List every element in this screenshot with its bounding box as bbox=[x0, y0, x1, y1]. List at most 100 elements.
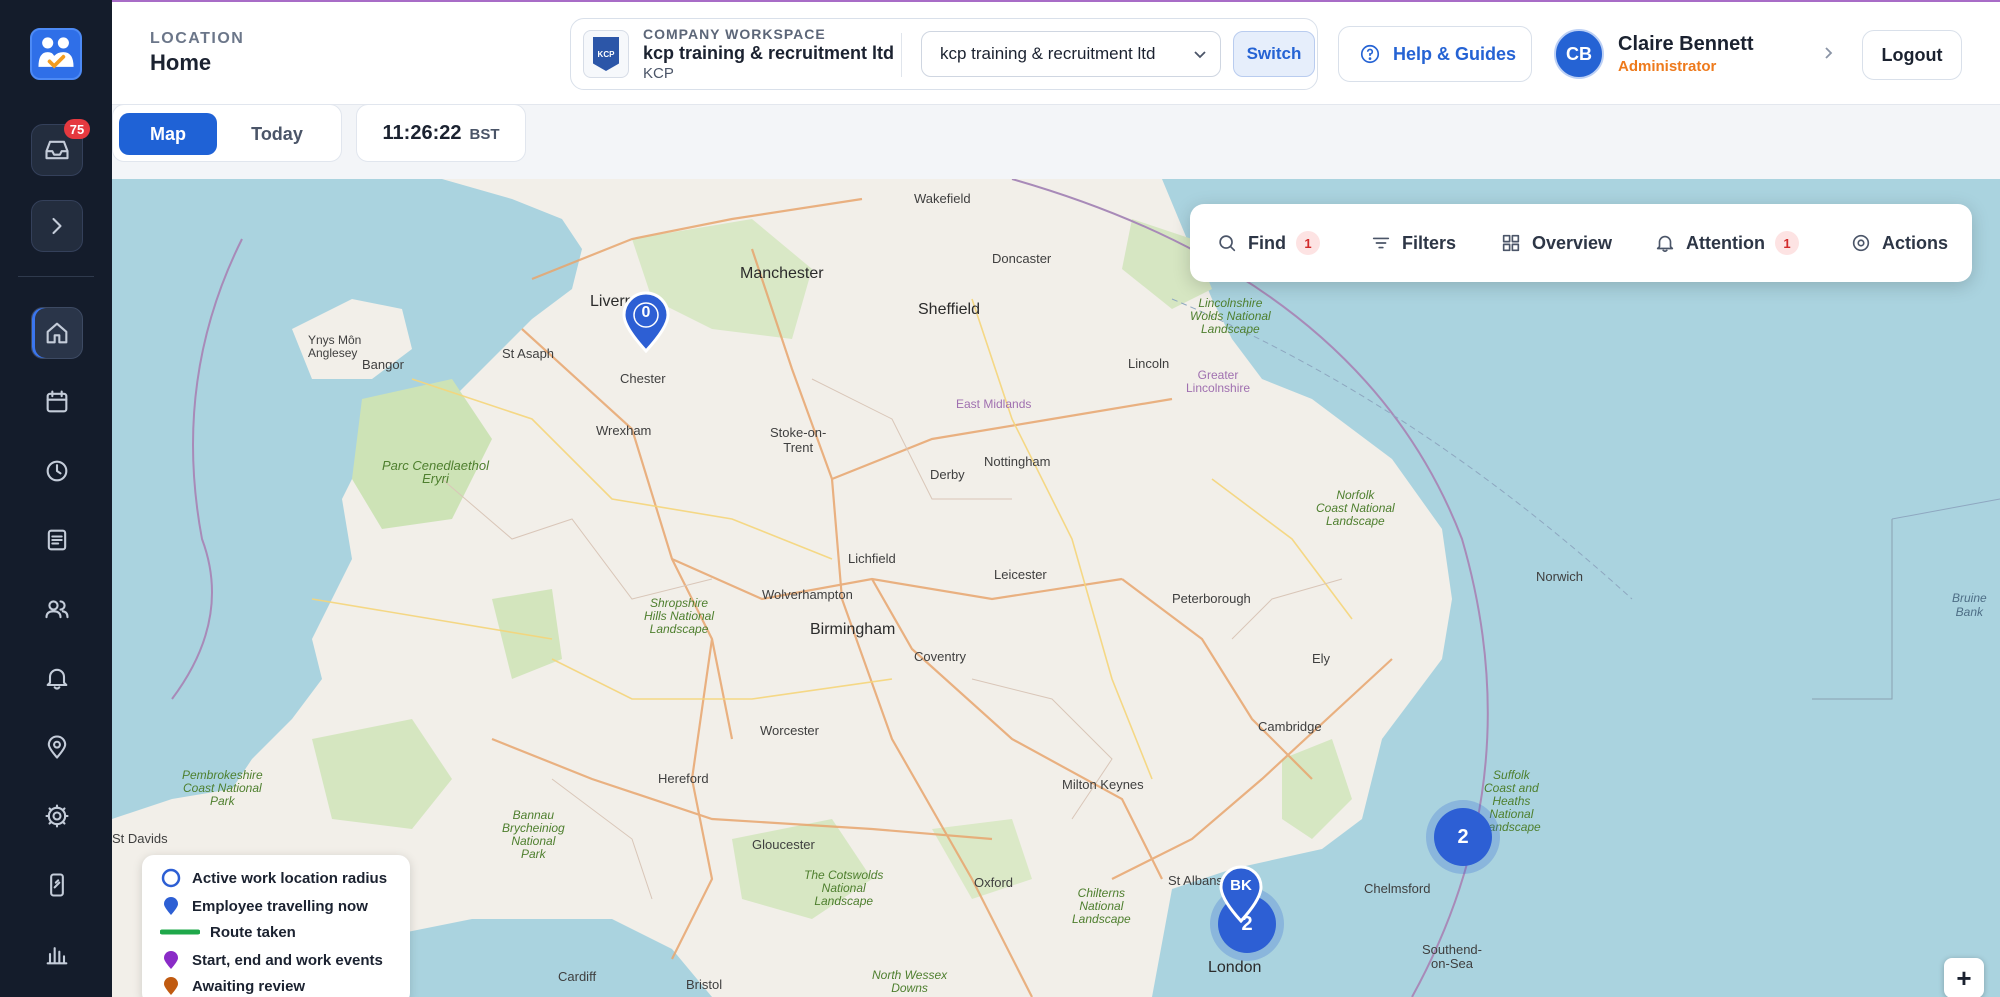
place-wolverhampton: Wolverhampton bbox=[762, 587, 853, 602]
chevron-right-icon bbox=[52, 217, 62, 235]
legend-item-travelling: Employee travelling now bbox=[160, 895, 368, 917]
home-icon bbox=[46, 322, 68, 344]
place-nottingham: Nottingham bbox=[984, 454, 1051, 469]
legend-label: Awaiting review bbox=[192, 977, 306, 995]
find-button[interactable]: Find 1 bbox=[1216, 226, 1320, 260]
switch-workspace-button[interactable]: Switch bbox=[1233, 31, 1315, 77]
filter-icon bbox=[1372, 237, 1390, 249]
circle-outline-icon bbox=[161, 868, 181, 888]
place-greater-lincolnshire: Greater Lincolnshire bbox=[1186, 368, 1251, 395]
place-peterborough: Peterborough bbox=[1172, 591, 1251, 606]
workspace-divider bbox=[901, 33, 902, 77]
avatar: CB bbox=[1554, 29, 1604, 79]
place-sheffield: Sheffield bbox=[918, 301, 980, 318]
actions-label: Actions bbox=[1882, 232, 1949, 253]
workspace-code: KCP bbox=[643, 65, 674, 82]
place-gloucester: Gloucester bbox=[752, 837, 815, 852]
tab-today[interactable]: Today bbox=[227, 113, 327, 155]
help-guides-button[interactable]: Help & Guides bbox=[1338, 26, 1532, 82]
workspace-logo: KCP bbox=[583, 30, 629, 78]
employee-pin-icon bbox=[1219, 865, 1263, 924]
sidebar-item-home[interactable] bbox=[31, 307, 83, 359]
place-birmingham: Birmingham bbox=[810, 621, 896, 638]
place-bannau: Bannau Brycheiniog National Park bbox=[502, 808, 565, 861]
place-cardiff: Cardiff bbox=[558, 969, 597, 984]
place-ely: Ely bbox=[1312, 651, 1331, 666]
document-icon bbox=[47, 529, 67, 551]
mobile-icon bbox=[50, 873, 64, 897]
map-action-bar: Find 1 Filters Overview Attention 1 Acti… bbox=[1190, 204, 1972, 282]
place-wakefield: Wakefield bbox=[914, 191, 971, 206]
help-circle-icon bbox=[1360, 44, 1380, 64]
employee-initials: BK bbox=[1230, 877, 1252, 894]
filters-button[interactable]: Filters bbox=[1370, 226, 1456, 260]
sidebar-item-reports[interactable] bbox=[31, 928, 83, 980]
route-line-icon bbox=[160, 929, 200, 935]
legend-label: Start, end and work events bbox=[192, 951, 383, 969]
place-derby: Derby bbox=[930, 467, 965, 482]
pin-icon bbox=[164, 977, 178, 995]
sidebar-item-device[interactable] bbox=[31, 859, 83, 911]
workspace-select[interactable]: kcp training & recruitment ltd bbox=[921, 31, 1221, 77]
place-east-midlands: East Midlands bbox=[956, 397, 1032, 411]
workspace-name: kcp training & recruitment ltd bbox=[643, 43, 895, 63]
user-menu[interactable]: CB Claire Bennett Administrator bbox=[1554, 20, 1834, 88]
actions-button[interactable]: Actions bbox=[1850, 226, 1948, 260]
place-norwich: Norwich bbox=[1536, 569, 1583, 584]
grid-icon bbox=[1502, 234, 1520, 252]
place-lincoln: Lincoln bbox=[1128, 356, 1170, 371]
company-workspace-panel: KCP COMPANY WORKSPACE kcp training & rec… bbox=[570, 18, 1318, 90]
sidebar-expand-button[interactable] bbox=[31, 200, 83, 252]
logout-button[interactable]: Logout bbox=[1862, 30, 1962, 80]
sidebar-item-notifications[interactable] bbox=[31, 652, 83, 704]
app-logo[interactable] bbox=[30, 28, 82, 80]
place-worcester: Worcester bbox=[760, 723, 819, 738]
sidebar-item-inbox[interactable]: 75 bbox=[31, 119, 90, 176]
place-stoke: Stoke-on- Trent bbox=[770, 425, 827, 455]
overview-label: Overview bbox=[1532, 232, 1613, 253]
map-cluster-suffolk[interactable]: 2 bbox=[1434, 808, 1492, 866]
clock-timezone: BST bbox=[469, 126, 500, 143]
workspace-select-value: kcp training & recruitment ltd bbox=[940, 44, 1156, 63]
top-header: LOCATION Home KCP COMPANY WORKSPACE kcp … bbox=[112, 0, 2000, 105]
place-ynys-mon: Ynys Môn Anglesey bbox=[308, 333, 362, 360]
sidebar-item-locations[interactable] bbox=[31, 721, 83, 773]
workspace-label: COMPANY WORKSPACE bbox=[643, 26, 826, 42]
zoom-in-button[interactable]: + bbox=[1944, 958, 1984, 997]
workspace-logo-shield: KCP bbox=[593, 37, 619, 71]
map-pin-liverpool[interactable]: 0 bbox=[618, 289, 674, 358]
tab-map[interactable]: Map bbox=[119, 113, 217, 155]
sidebar-item-people[interactable] bbox=[31, 583, 83, 635]
gear-icon bbox=[45, 804, 69, 828]
sidebar-item-documents[interactable] bbox=[31, 514, 83, 566]
place-cotswolds: The Cotswolds National Landscape bbox=[804, 868, 884, 908]
place-coventry: Coventry bbox=[914, 649, 967, 664]
attention-label: Attention bbox=[1686, 232, 1765, 253]
place-cambridge: Cambridge bbox=[1258, 719, 1322, 734]
place-norfolk-coast: Norfolk Coast National Landscape bbox=[1316, 488, 1395, 528]
attention-button[interactable]: Attention 1 bbox=[1654, 226, 1799, 260]
place-chelmsford: Chelmsford bbox=[1364, 881, 1431, 896]
search-icon bbox=[1219, 235, 1236, 252]
place-leicester: Leicester bbox=[994, 567, 1047, 582]
map-pin-london[interactable]: BK bbox=[1216, 865, 1266, 928]
user-role: Administrator bbox=[1618, 58, 1717, 75]
clock-icon bbox=[46, 460, 68, 482]
sidebar-item-settings[interactable] bbox=[31, 790, 83, 842]
legend-label: Route taken bbox=[210, 923, 296, 941]
sidebar-item-clock[interactable] bbox=[31, 445, 83, 497]
place-shropshire-hills: Shropshire Hills National Landscape bbox=[644, 596, 715, 636]
chevron-right-icon[interactable] bbox=[1820, 45, 1836, 61]
place-suffolk-coast: Suffolk Coast and Heaths National Landsc… bbox=[1482, 768, 1541, 834]
attention-count-badge: 1 bbox=[1774, 231, 1799, 255]
page-title: Home bbox=[150, 50, 212, 75]
overview-button[interactable]: Overview bbox=[1500, 226, 1612, 260]
place-london: London bbox=[1208, 959, 1262, 976]
place-bristol: Bristol bbox=[686, 977, 723, 992]
place-parc-eryri: Parc Cenedlaethol Eryri bbox=[382, 458, 489, 486]
chevron-down-icon bbox=[1194, 51, 1206, 59]
sidebar-item-calendar[interactable] bbox=[31, 376, 83, 428]
place-oxford: Oxford bbox=[974, 875, 1014, 890]
place-manchester: Manchester bbox=[740, 265, 824, 282]
bell-icon bbox=[46, 668, 68, 690]
